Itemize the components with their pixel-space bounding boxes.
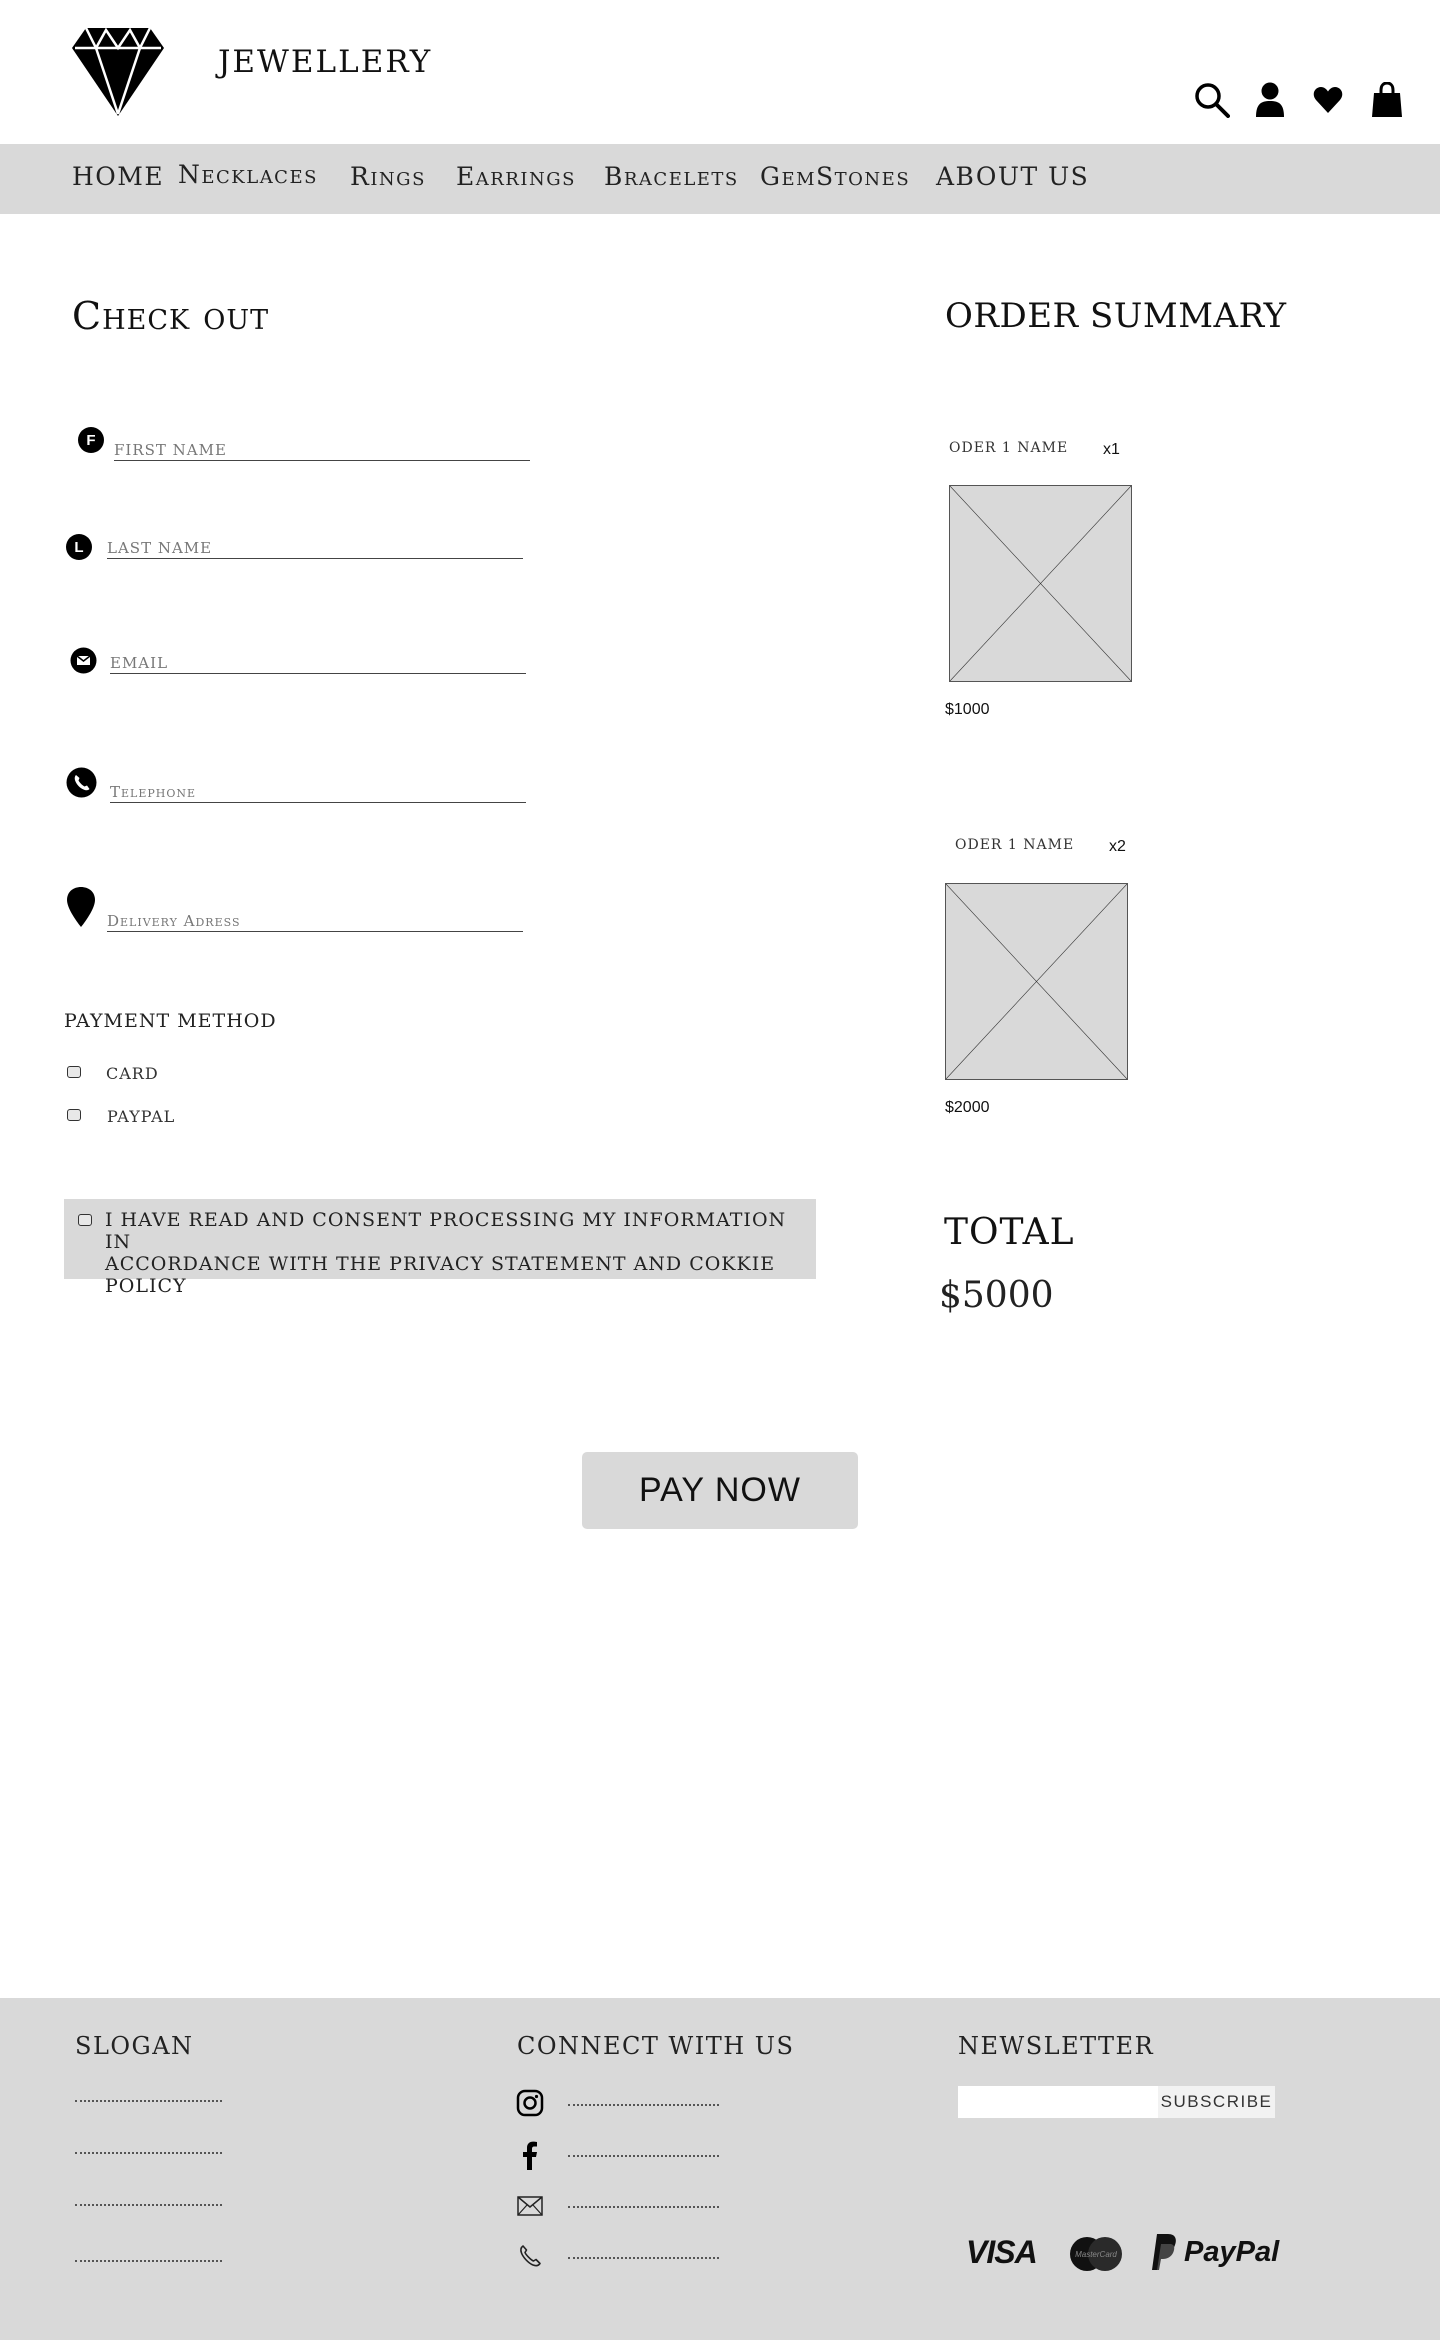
address-field[interactable] <box>107 901 523 932</box>
mastercard-logo-text: MasterCard <box>1075 2250 1117 2259</box>
order-item-2-qty: x2 <box>1109 838 1126 855</box>
slogan-title: SLOGAN <box>75 2032 194 2060</box>
order-item-2-name: ODER 1 NAME <box>955 837 1075 853</box>
nav-earrings[interactable]: Earrings <box>456 162 576 191</box>
email-input[interactable] <box>110 643 526 673</box>
first-name-icon: F <box>78 427 104 453</box>
payment-method-title: PAYMENT METHOD <box>64 1010 277 1032</box>
bag-icon[interactable] <box>1367 80 1407 120</box>
instagram-icon[interactable] <box>516 2089 544 2117</box>
location-pin-icon <box>66 886 96 928</box>
last-name-input[interactable] <box>107 528 523 558</box>
first-name-input[interactable] <box>114 430 530 460</box>
consent-checkbox[interactable] <box>78 1214 92 1226</box>
first-name-field[interactable] <box>114 430 530 461</box>
pay-now-button[interactable]: PAY NOW <box>582 1452 858 1529</box>
total-value: $5000 <box>939 1275 1054 1316</box>
facebook-link-line[interactable] <box>568 2155 719 2157</box>
order-item-1-image <box>949 485 1132 682</box>
last-name-icon: L <box>66 534 92 560</box>
mastercard-logo: MasterCard <box>1068 2236 1124 2272</box>
checkout-title: Check out <box>72 294 270 338</box>
mail-link-line[interactable] <box>568 2206 719 2208</box>
nav-about-us[interactable]: ABOUT US <box>936 162 1089 191</box>
phone-contact-icon[interactable] <box>518 2244 542 2268</box>
consent-line-2: ACCORDANCE WITH THE PRIVACY STATEMENT AN… <box>105 1253 776 1297</box>
instagram-link-line[interactable] <box>568 2104 719 2106</box>
paypal-logo-text: PayPal <box>1184 2236 1280 2268</box>
order-item-2-image <box>945 883 1128 1080</box>
email-field[interactable] <box>110 643 526 674</box>
user-icon[interactable] <box>1250 80 1290 120</box>
order-item-1-qty: x1 <box>1103 441 1120 458</box>
slogan-line-4 <box>75 2260 222 2262</box>
paypal-checkbox[interactable] <box>67 1109 81 1121</box>
paypal-logo-icon <box>1146 2232 1178 2272</box>
card-option-label[interactable]: CARD <box>106 1064 159 1083</box>
total-label: TOTAL <box>944 1212 1075 1253</box>
connect-title: CONNECT WITH US <box>517 2032 795 2060</box>
diamond-logo[interactable] <box>72 27 164 116</box>
visa-logo: VISA <box>966 2234 1038 2270</box>
phone-link-line[interactable] <box>568 2257 719 2259</box>
consent-box: I HAVE READ AND CONSENT PROCESSING MY IN… <box>64 1199 816 1297</box>
consent-line-1: I HAVE READ AND CONSENT PROCESSING MY IN… <box>105 1209 787 1253</box>
newsletter-email-input[interactable] <box>958 2086 1158 2118</box>
address-input[interactable] <box>107 901 523 931</box>
search-icon[interactable] <box>1192 80 1232 120</box>
nav-rings[interactable]: Rings <box>350 162 426 191</box>
heart-icon[interactable] <box>1308 80 1348 120</box>
nav-home[interactable]: HOME <box>72 162 164 191</box>
consent-text: I HAVE READ AND CONSENT PROCESSING MY IN… <box>105 1209 816 1297</box>
newsletter-title: NEWSLETTER <box>958 2032 1155 2060</box>
card-checkbox[interactable] <box>67 1066 81 1078</box>
subscribe-button[interactable]: SUBSCRIBE <box>1158 2086 1275 2118</box>
main-nav: HOME Necklaces Rings Earrings Bracelets … <box>0 144 1440 214</box>
mail-icon[interactable] <box>517 2196 543 2216</box>
phone-icon <box>66 767 97 798</box>
footer: SLOGAN CONNECT WITH US NEWSLETTER SUBSCR… <box>0 1998 1440 2340</box>
facebook-icon[interactable] <box>520 2140 540 2170</box>
order-summary-title: ORDER SUMMARY <box>945 296 1287 336</box>
slogan-line-3 <box>75 2204 222 2206</box>
slogan-line-1 <box>75 2100 222 2102</box>
nav-necklaces[interactable]: Necklaces <box>178 160 318 189</box>
email-icon <box>70 647 97 674</box>
telephone-input[interactable] <box>110 772 526 802</box>
last-name-field[interactable] <box>107 528 523 559</box>
brand-name[interactable]: JEWELLERY <box>218 44 432 80</box>
paypal-option-label[interactable]: PAYPAL <box>107 1107 175 1126</box>
nav-gemstones[interactable]: GemStones <box>760 162 910 191</box>
order-item-1-name: ODER 1 NAME <box>949 440 1069 456</box>
slogan-line-2 <box>75 2152 222 2154</box>
telephone-field[interactable] <box>110 772 526 803</box>
order-item-1-price: $1000 <box>945 701 990 718</box>
nav-bracelets[interactable]: Bracelets <box>604 162 739 191</box>
order-item-2-price: $2000 <box>945 1099 990 1116</box>
